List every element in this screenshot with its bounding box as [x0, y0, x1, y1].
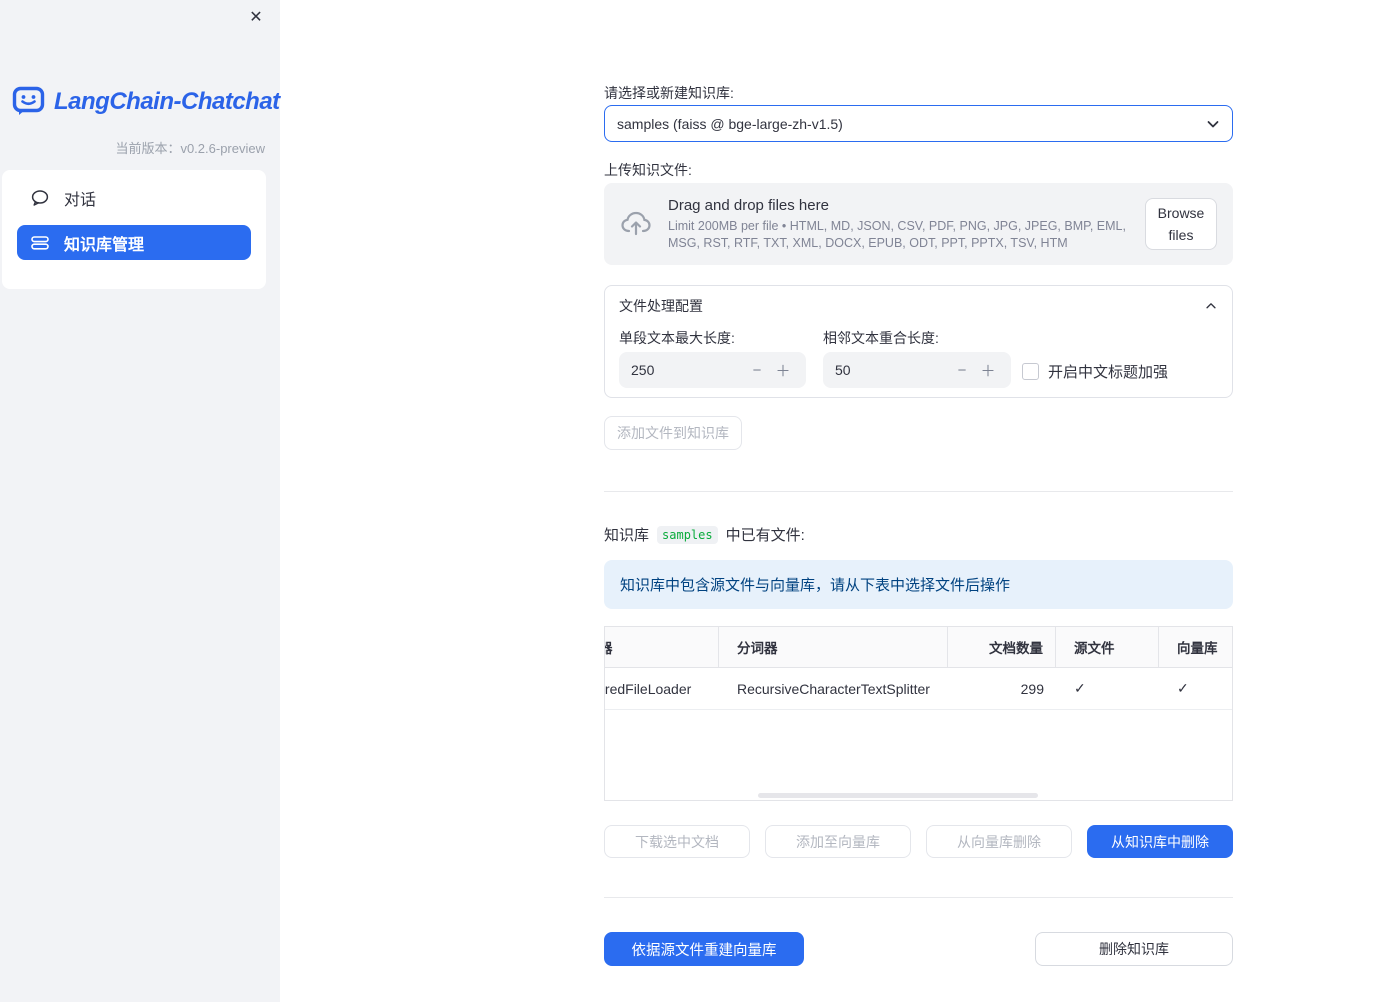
- sidebar-item-knowledge-base[interactable]: 知识库管理: [17, 225, 251, 260]
- cell-doc-count[interactable]: 299: [948, 668, 1056, 709]
- existing-files-heading: 知识库 samples 中已有文件:: [604, 524, 805, 545]
- sidebar-close-icon[interactable]: ✕: [244, 6, 268, 30]
- column-header-splitter[interactable]: 分词器: [719, 627, 948, 667]
- sidebar: ✕ LangChain-Chatchat 当前版本：v0.2.6-preview: [0, 0, 280, 1002]
- kb-files-table-inner: 文档加载器 分词器 文档数量 源文件 向量库 UnstructuredFileL…: [605, 627, 1232, 710]
- file-dropzone[interactable]: Drag and drop files here Limit 200MB per…: [604, 183, 1233, 265]
- column-header-doc-count[interactable]: 文档数量: [948, 627, 1056, 667]
- chunk-overlap-decrement-button[interactable]: −: [949, 362, 975, 379]
- knowledge-base-icon: [31, 235, 49, 250]
- add-to-vector-store-button[interactable]: 添加至向量库: [765, 825, 911, 858]
- chunk-size-label: 单段文本最大长度:: [619, 330, 735, 346]
- cloud-upload-icon: [620, 210, 652, 238]
- info-alert-text: 知识库中包含源文件与向量库，请从下表中选择文件后操作: [620, 577, 1011, 594]
- file-config-title: 文件处理配置: [619, 298, 703, 314]
- sidebar-item-label: 对话: [64, 191, 97, 209]
- chunk-size-value: 250: [631, 362, 655, 378]
- dropzone-instructions: Drag and drop files here Limit 200MB per…: [668, 197, 1134, 251]
- chevron-down-icon: [1205, 116, 1221, 132]
- dropzone-title: Drag and drop files here: [668, 197, 829, 215]
- sidebar-item-label: 知识库管理: [64, 236, 145, 254]
- kb-select-label: 请选择或新建知识库:: [604, 85, 734, 101]
- divider: [604, 491, 1233, 492]
- version-label: 当前版本：: [115, 141, 181, 156]
- column-header-source-file[interactable]: 源文件: [1056, 627, 1159, 667]
- sidebar-nav: 对话 知识库管理: [2, 170, 266, 289]
- kb-select-value: samples (faiss @ bge-large-zh-v1.5): [617, 115, 843, 132]
- app-root: ✕ LangChain-Chatchat 当前版本：v0.2.6-preview: [0, 0, 1380, 1002]
- files-line-suffix: 中已有文件:: [725, 527, 805, 544]
- kb-name-code: samples: [657, 525, 718, 544]
- kb-select[interactable]: samples (faiss @ bge-large-zh-v1.5): [604, 105, 1233, 142]
- file-config-expander: 文件处理配置 单段文本最大长度: 相邻文本重合长度: 250 − ＋ 50 − …: [604, 285, 1233, 398]
- dropzone-file-limits: Limit 200MB per file • HTML, MD, JSON, C…: [668, 219, 1126, 250]
- chunk-size-decrement-button[interactable]: −: [744, 362, 770, 379]
- upload-label: 上传知识文件:: [604, 162, 692, 178]
- chunk-size-increment-button[interactable]: ＋: [770, 360, 796, 381]
- checkbox-icon: [1022, 363, 1039, 380]
- chunk-overlap-input[interactable]: 50 − ＋: [823, 352, 1011, 388]
- info-alert: 知识库中包含源文件与向量库，请从下表中选择文件后操作: [604, 560, 1233, 609]
- sidebar-item-dialogue[interactable]: 对话: [17, 180, 251, 215]
- file-config-body: 单段文本最大长度: 相邻文本重合长度: 250 − ＋ 50 − ＋ 开启中文标…: [605, 316, 1232, 396]
- file-config-expander-header[interactable]: 文件处理配置: [605, 286, 1232, 316]
- kb-files-table[interactable]: 文档加载器 分词器 文档数量 源文件 向量库 UnstructuredFileL…: [604, 626, 1233, 801]
- download-selected-button[interactable]: 下载选中文档: [604, 825, 750, 858]
- rebuild-vector-store-button[interactable]: 依据源文件重建向量库: [604, 932, 804, 966]
- add-files-to-kb-button[interactable]: 添加文件到知识库: [604, 416, 742, 450]
- table-horizontal-scrollbar[interactable]: [758, 793, 1038, 798]
- delete-kb-button[interactable]: 删除知识库: [1035, 932, 1233, 966]
- version-value: v0.2.6-preview: [180, 141, 265, 156]
- chunk-overlap-label: 相邻文本重合长度:: [823, 330, 939, 346]
- chunk-overlap-increment-button[interactable]: ＋: [975, 360, 1001, 381]
- cell-vector-store-check[interactable]: ✓: [1159, 668, 1232, 709]
- chevron-up-icon: [1204, 299, 1218, 313]
- app-logo: LangChain-Chatchat: [12, 86, 280, 117]
- table-header-row: 文档加载器 分词器 文档数量 源文件 向量库: [605, 627, 1232, 668]
- file-actions-row: 下载选中文档 添加至向量库 从向量库删除 从知识库中删除: [604, 825, 1233, 858]
- cell-splitter[interactable]: RecursiveCharacterTextSplitter: [719, 668, 948, 709]
- chunk-overlap-value: 50: [835, 362, 851, 378]
- delete-from-kb-button[interactable]: 从知识库中删除: [1087, 825, 1233, 858]
- zh-title-enhance-label: 开启中文标题加强: [1048, 364, 1169, 381]
- column-header-loader[interactable]: 文档加载器: [605, 627, 719, 667]
- cell-source-file-check[interactable]: ✓: [1056, 668, 1159, 709]
- browse-files-button[interactable]: Browse files: [1145, 198, 1217, 250]
- divider: [604, 897, 1233, 898]
- zh-title-enhance-checkbox[interactable]: 开启中文标题加强: [1022, 361, 1168, 382]
- delete-from-vector-store-button[interactable]: 从向量库删除: [926, 825, 1072, 858]
- files-line-prefix: 知识库: [604, 527, 650, 544]
- chat-bubble-icon: [31, 189, 49, 206]
- app-title: LangChain-Chatchat: [54, 87, 280, 115]
- column-header-vector-store[interactable]: 向量库: [1159, 627, 1232, 667]
- chunk-size-input[interactable]: 250 − ＋: [619, 352, 806, 388]
- table-row[interactable]: UnstructuredFileLoader RecursiveCharacte…: [605, 668, 1232, 710]
- chatchat-logo-icon: [12, 86, 46, 117]
- cell-loader[interactable]: UnstructuredFileLoader: [605, 668, 719, 709]
- version-info: 当前版本：v0.2.6-preview: [115, 138, 265, 157]
